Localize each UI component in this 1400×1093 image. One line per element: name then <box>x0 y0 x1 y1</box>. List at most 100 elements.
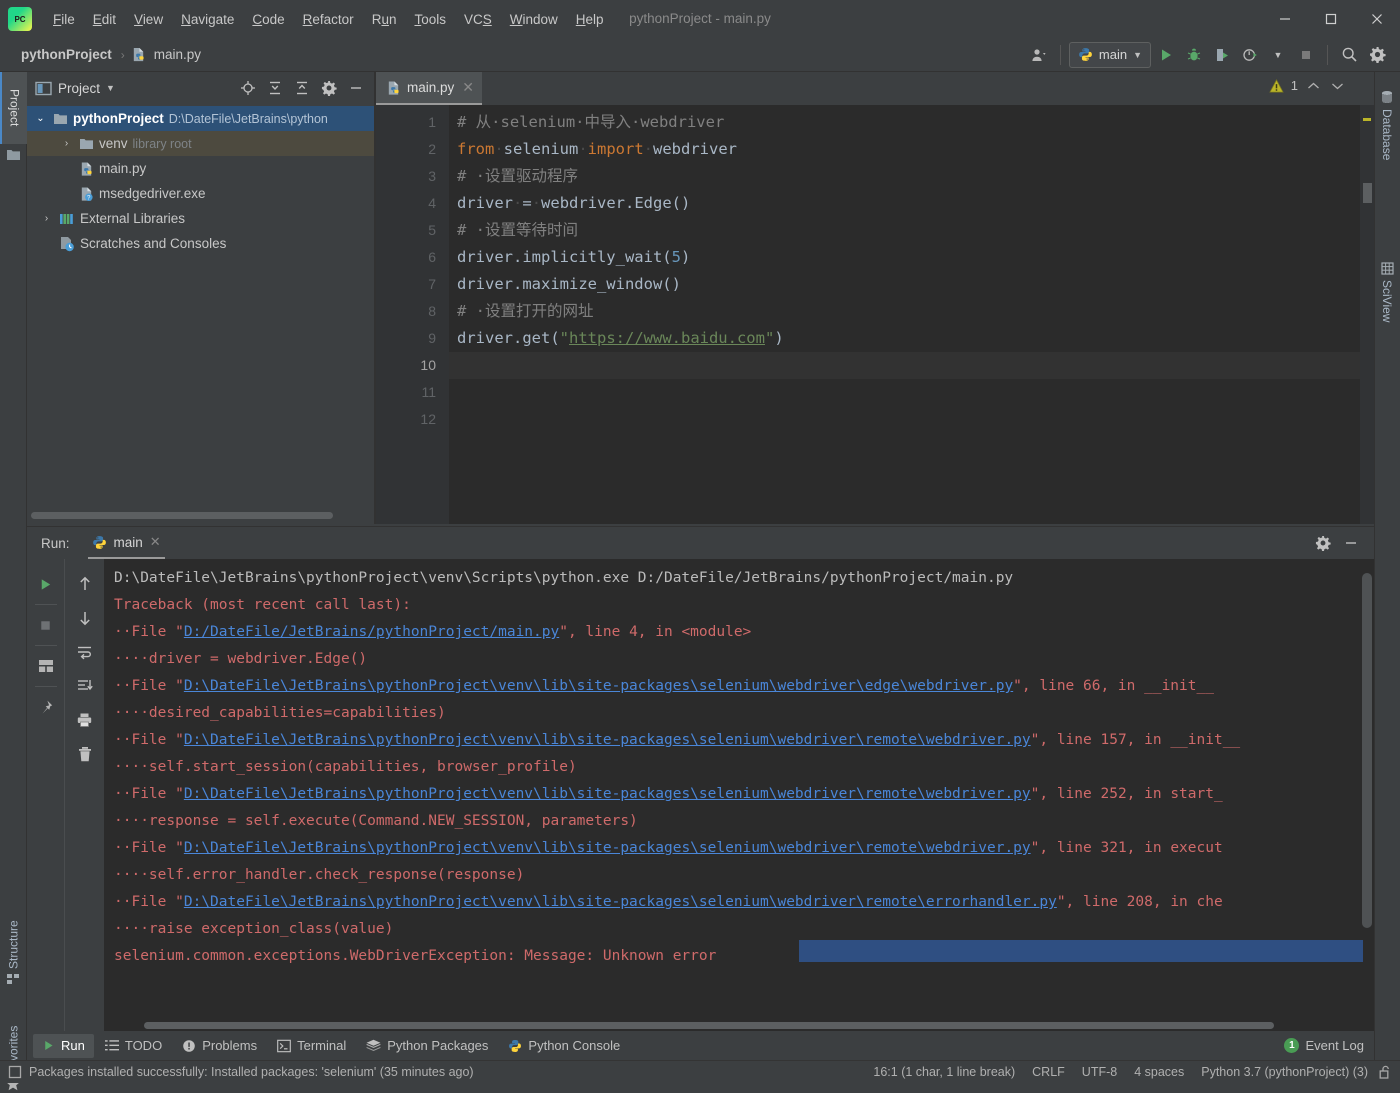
console-line[interactable]: ····self.start_session(capabilities, bro… <box>104 754 1374 781</box>
menu-refactor[interactable]: Refactor <box>294 8 363 31</box>
console-file-link[interactable]: D:/DateFile/JetBrains/pythonProject/main… <box>184 624 559 640</box>
code-line[interactable]: driver.implicitly_wait(5) <box>449 244 1374 271</box>
run-icon[interactable] <box>1153 42 1179 68</box>
console-line[interactable]: ··File "D:\DateFile\JetBrains\pythonProj… <box>104 889 1374 916</box>
console-line[interactable]: ····driver = webdriver.Edge() <box>104 646 1374 673</box>
code-line[interactable]: # 从·selenium·中导入·webdriver <box>449 109 1374 136</box>
scroll-thumb[interactable] <box>1362 573 1372 928</box>
tool-button-python-console[interactable]: Python Console <box>499 1034 629 1058</box>
chevron-down-icon[interactable]: ⌄ <box>33 113 48 124</box>
tree-item-pythonproject[interactable]: ⌄ pythonProject D:\DateFile\JetBrains\py… <box>27 106 375 131</box>
user-avatar-icon[interactable] <box>1026 42 1052 68</box>
pin-icon[interactable] <box>32 690 60 724</box>
expand-all-icon[interactable] <box>262 76 288 100</box>
console-file-link[interactable]: D:\DateFile\JetBrains\pythonProject\venv… <box>184 894 1057 910</box>
caret-position[interactable]: 16:1 (1 char, 1 line break) <box>873 1065 1015 1079</box>
code-line[interactable] <box>449 406 1374 433</box>
settings-gear-icon[interactable] <box>1310 531 1336 555</box>
console-line[interactable]: ····desired_capabilities=capabilities) <box>104 700 1374 727</box>
console-line[interactable]: ··File "D:/DateFile/JetBrains/pythonProj… <box>104 619 1374 646</box>
unlocked-icon[interactable] <box>1379 1065 1392 1080</box>
settings-gear-icon[interactable] <box>1364 42 1390 68</box>
settings-gear-icon[interactable] <box>316 76 342 100</box>
console-file-link[interactable]: D:\DateFile\JetBrains\pythonProject\venv… <box>184 786 1031 802</box>
stop-icon[interactable] <box>32 608 60 642</box>
tree-item-main-py[interactable]: main.py <box>27 156 375 181</box>
code-line[interactable]: driver.get("https://www.baidu.com") <box>449 325 1374 352</box>
debug-icon[interactable] <box>1181 42 1207 68</box>
stripe-tab-project[interactable]: Project <box>0 72 27 144</box>
menu-window[interactable]: Window <box>501 8 567 31</box>
close-icon[interactable]: ✕ <box>462 79 474 96</box>
stripe-tab-sciview[interactable]: SciView <box>1374 252 1400 332</box>
menu-help[interactable]: Help <box>567 8 613 31</box>
stop-icon[interactable] <box>1293 42 1319 68</box>
tool-button-run[interactable]: Run <box>33 1033 94 1058</box>
chevron-down-icon[interactable]: ▼ <box>106 83 115 93</box>
menu-vcs[interactable]: VCS <box>455 8 501 31</box>
search-icon[interactable] <box>1336 42 1362 68</box>
locate-icon[interactable] <box>235 76 261 100</box>
console-line[interactable]: ····raise exception_class(value) <box>104 916 1374 943</box>
editor-marker-bar[interactable] <box>1360 105 1374 524</box>
down-arrow-icon[interactable] <box>71 601 99 635</box>
menu-run[interactable]: Run <box>363 8 406 31</box>
tool-button-terminal[interactable]: Terminal <box>268 1034 355 1058</box>
run-configuration-selector[interactable]: main ▼ <box>1068 41 1151 68</box>
editor-tab-main-py[interactable]: main.py ✕ <box>376 72 483 105</box>
console-line[interactable]: ··File "D:\DateFile\JetBrains\pythonProj… <box>104 781 1374 808</box>
run-tab-main[interactable]: main ✕ <box>87 527 165 559</box>
run-coverage-icon[interactable] <box>1209 42 1235 68</box>
console-file-link[interactable]: D:\DateFile\JetBrains\pythonProject\venv… <box>184 732 1031 748</box>
menu-file[interactable]: File <box>44 8 84 31</box>
hide-icon[interactable] <box>343 76 369 100</box>
status-message[interactable]: Packages installed successfully: Install… <box>29 1065 474 1079</box>
tool-button-todo[interactable]: TODO <box>96 1034 171 1058</box>
code-line[interactable]: driver.maximize_window() <box>449 271 1374 298</box>
line-separator[interactable]: CRLF <box>1032 1065 1065 1079</box>
restore-layout-icon[interactable] <box>32 649 60 683</box>
console-file-link[interactable]: D:\DateFile\JetBrains\pythonProject\venv… <box>184 678 1013 694</box>
breadcrumb-file[interactable]: main.py <box>131 45 204 64</box>
console-line[interactable]: ··File "D:\DateFile\JetBrains\pythonProj… <box>104 727 1374 754</box>
chevron-down-icon[interactable] <box>1329 81 1346 91</box>
close-button[interactable] <box>1354 0 1400 38</box>
console-line[interactable]: D:\DateFile\JetBrains\pythonProject\venv… <box>104 565 1374 592</box>
tool-button-event-log[interactable]: 1 Event Log <box>1274 1034 1374 1058</box>
tool-button-python-packages[interactable]: Python Packages <box>357 1034 497 1058</box>
console-line[interactable]: ····self.error_handler.check_response(re… <box>104 862 1374 889</box>
hide-icon[interactable] <box>1338 531 1364 555</box>
code-line[interactable]: driver·=·webdriver.Edge() <box>449 190 1374 217</box>
soft-wrap-icon[interactable] <box>71 635 99 669</box>
console-file-link[interactable]: D:\DateFile\JetBrains\pythonProject\venv… <box>184 840 1031 856</box>
code-line[interactable]: # ·设置等待时间 <box>449 217 1374 244</box>
chevron-down-icon[interactable]: ▼ <box>1265 42 1291 68</box>
chevron-right-icon[interactable]: › <box>39 213 54 224</box>
profile-icon[interactable] <box>1237 42 1263 68</box>
console-vertical-scrollbar[interactable] <box>1362 565 1372 965</box>
console-line[interactable]: ··File "D:\DateFile\JetBrains\pythonProj… <box>104 673 1374 700</box>
menu-code[interactable]: Code <box>243 8 293 31</box>
code-line[interactable]: # ·设置打开的网址 <box>449 298 1374 325</box>
code-editor[interactable]: 1 2 3 4 5 6 7 8 9 10 11 12 # 从·selenium·… <box>376 105 1374 524</box>
tool-button-problems[interactable]: Problems <box>173 1034 266 1058</box>
notification-icon[interactable] <box>8 1065 22 1079</box>
up-arrow-icon[interactable] <box>71 567 99 601</box>
code-line[interactable]: # ·设置驱动程序 <box>449 163 1374 190</box>
code-line[interactable] <box>449 352 1374 379</box>
indent-setting[interactable]: 4 spaces <box>1134 1065 1184 1079</box>
code-line[interactable]: from·selenium·import·webdriver <box>449 136 1374 163</box>
console-line[interactable]: Traceback (most recent call last): <box>104 592 1374 619</box>
rerun-icon[interactable] <box>32 567 60 601</box>
chevron-right-icon[interactable]: › <box>59 138 74 149</box>
tree-item-scratches-and-consoles[interactable]: Scratches and Consoles <box>27 231 375 256</box>
code-lines[interactable]: # 从·selenium·中导入·webdriver from·selenium·… <box>449 105 1374 524</box>
collapse-all-icon[interactable] <box>289 76 315 100</box>
breadcrumb-project[interactable]: pythonProject <box>18 45 115 64</box>
scroll-thumb[interactable] <box>144 1022 1274 1029</box>
tree-item-venv[interactable]: › venv library root <box>27 131 375 156</box>
tree-item-msedgedriver-exe[interactable]: ? msedgedriver.exe <box>27 181 375 206</box>
menu-navigate[interactable]: Navigate <box>172 8 243 31</box>
console-line[interactable]: ····response = self.execute(Command.NEW_… <box>104 808 1374 835</box>
tree-item-external-libraries[interactable]: › External Libraries <box>27 206 375 231</box>
